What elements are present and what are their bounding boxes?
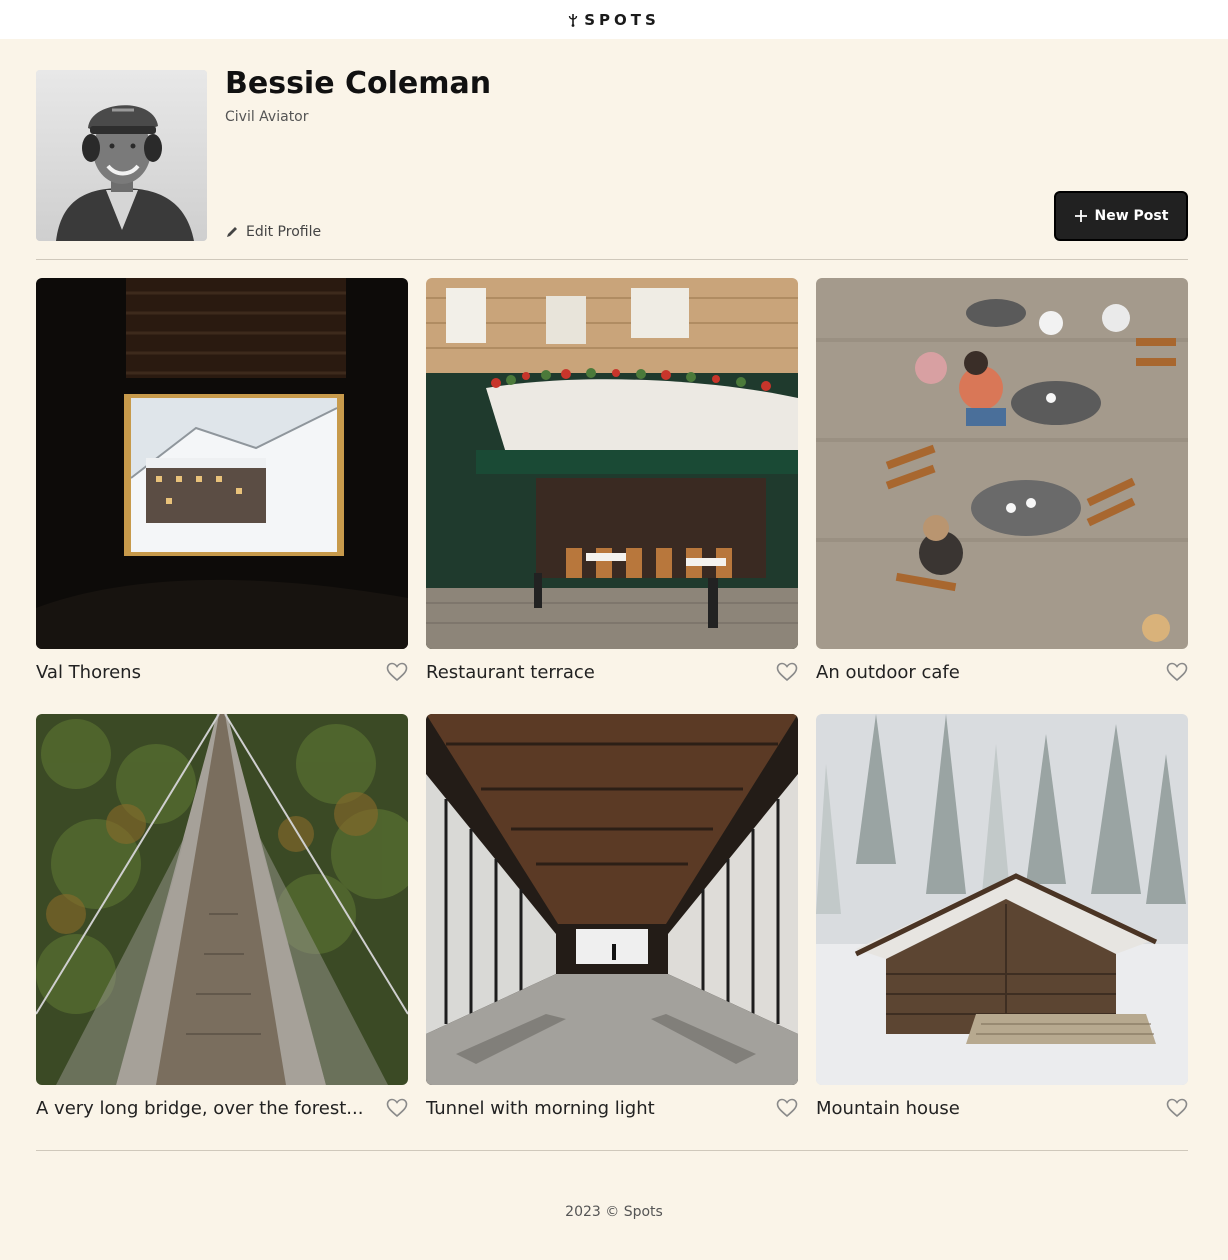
card-title: Tunnel with morning light — [426, 1097, 655, 1119]
card-mountain-house: Mountain house — [816, 714, 1188, 1120]
plus-icon — [1074, 210, 1087, 222]
like-heart-icon[interactable] — [776, 1098, 798, 1118]
logo-text: SPOTS — [584, 10, 660, 29]
card-image[interactable] — [426, 278, 798, 649]
card-outdoor-cafe: An outdoor cafe — [816, 278, 1188, 684]
card-title: A very long bridge, over the forest... — [36, 1097, 364, 1119]
new-post-button[interactable]: New Post — [1054, 191, 1188, 241]
card-image[interactable] — [816, 714, 1188, 1085]
card-title: Restaurant terrace — [426, 661, 595, 683]
top-header: SPOTS — [0, 0, 1228, 39]
footer-divider — [36, 1150, 1188, 1151]
card-long-bridge: A very long bridge, over the forest... — [36, 714, 408, 1120]
card-title: An outdoor cafe — [816, 661, 960, 683]
new-post-label: New Post — [1094, 208, 1169, 224]
edit-profile-button[interactable]: Edit Profile — [225, 224, 321, 240]
card-image[interactable] — [36, 278, 408, 649]
card-image[interactable] — [426, 714, 798, 1085]
like-heart-icon[interactable] — [386, 1098, 408, 1118]
sprout-icon — [569, 13, 578, 27]
pencil-icon — [227, 227, 237, 237]
like-heart-icon[interactable] — [1166, 662, 1188, 682]
card-image[interactable] — [36, 714, 408, 1085]
logo[interactable]: SPOTS — [568, 11, 660, 29]
header-divider — [36, 259, 1188, 260]
like-heart-icon[interactable] — [1166, 1098, 1188, 1118]
avatar — [36, 70, 207, 241]
card-title: Val Thorens — [36, 661, 141, 683]
card-val-thorens: Val Thorens — [36, 278, 408, 684]
card-restaurant-terrace: Restaurant terrace — [426, 278, 798, 684]
profile-description: Civil Aviator — [225, 109, 309, 125]
card-tunnel: Tunnel with morning light — [426, 714, 798, 1120]
card-image[interactable] — [816, 278, 1188, 649]
card-title: Mountain house — [816, 1097, 960, 1119]
like-heart-icon[interactable] — [776, 662, 798, 682]
edit-profile-label: Edit Profile — [246, 224, 322, 240]
footer-copyright: 2023 © Spots — [565, 1204, 663, 1220]
like-heart-icon[interactable] — [386, 662, 408, 682]
profile-name: Bessie Coleman — [225, 66, 492, 101]
